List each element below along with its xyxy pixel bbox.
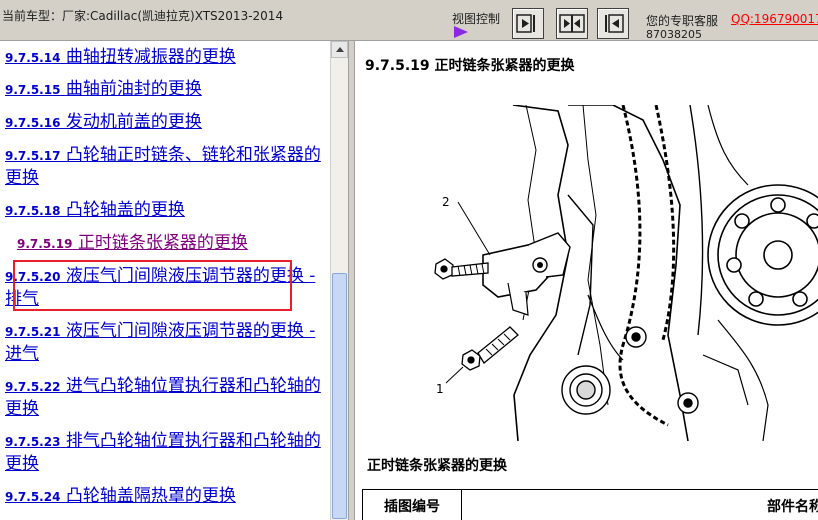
sidebar-scrollbar[interactable] xyxy=(330,41,348,520)
timing-chain-tensioner-diagram: 2 1 xyxy=(418,105,818,441)
expand-right-button[interactable] xyxy=(597,8,629,39)
toc-item-number: 9.7.5.19 xyxy=(17,237,73,251)
toc-item-number: 9.7.5.21 xyxy=(5,325,61,339)
toc-item-9-7-5-22[interactable]: 9.7.5.22 进气凸轮轴位置执行器和凸轮轴的更换 xyxy=(5,375,323,420)
toc-item-label: 曲轴扭转减振器的更换 xyxy=(65,47,236,67)
pane-splitter[interactable] xyxy=(348,41,355,520)
column-header-part-name: 部件名称 xyxy=(461,489,818,520)
callout-2-label: 2 xyxy=(442,195,450,209)
view-control-label: 视图控制 xyxy=(452,12,501,26)
scroll-up-button[interactable] xyxy=(331,41,348,58)
current-vehicle-label: 当前车型：厂家:Cadillac(凯迪拉克)XTS2013-2014 xyxy=(2,9,284,23)
toc-item-9-7-5-23[interactable]: 9.7.5.23 排气凸轮轴位置执行器和凸轮轴的更换 xyxy=(5,430,323,475)
toc-item-9-7-5-17[interactable]: 9.7.5.17 凸轮轴正时链条、链轮和张紧器的更换 xyxy=(5,144,323,189)
toc-item-9-7-5-24[interactable]: 9.7.5.24 凸轮轴盖隔热罩的更换 xyxy=(5,485,323,508)
toc-item-9-7-5-14[interactable]: 9.7.5.14 曲轴扭转减振器的更换 xyxy=(5,46,323,69)
customer-service-qq-number: 87038205 xyxy=(646,28,702,41)
split-view-button[interactable] xyxy=(556,8,588,39)
toc-item-number: 9.7.5.22 xyxy=(5,380,61,394)
toc-item-number: 9.7.5.14 xyxy=(5,51,61,65)
toc-item-9-7-5-18[interactable]: 9.7.5.18 凸轮轴盖的更换 xyxy=(5,199,323,222)
toc-item-label: 发动机前盖的更换 xyxy=(65,112,202,132)
toc-item-number: 9.7.5.18 xyxy=(5,204,61,218)
toc-item-9-7-5-15[interactable]: 9.7.5.15 曲轴前油封的更换 xyxy=(5,78,323,101)
toc-item-number: 9.7.5.16 xyxy=(5,116,61,130)
toc-sidebar: 9.7.5.14 曲轴扭转减振器的更换 9.7.5.15 曲轴前油封的更换 9.… xyxy=(0,41,330,520)
toc-item-9-7-5-21[interactable]: 9.7.5.21 液压气门间隙液压调节器的更换 - 进气 xyxy=(5,320,323,365)
customer-service-qq-link[interactable]: QQ:196790017 xyxy=(731,12,818,26)
toc-item-number: 9.7.5.17 xyxy=(5,149,61,163)
table-header-row: 插图编号 部件名称 xyxy=(362,489,818,520)
selection-highlight-box xyxy=(13,260,292,311)
page-title: 9.7.5.19 正时链条张紧器的更换 xyxy=(365,58,575,74)
expand-right-icon xyxy=(605,14,624,33)
toc-item-number: 9.7.5.23 xyxy=(5,435,61,449)
scrollbar-thumb[interactable] xyxy=(332,273,347,519)
figure-caption: 正时链条张紧器的更换 xyxy=(367,458,507,474)
toc-item-number: 9.7.5.15 xyxy=(5,83,61,97)
toc-item-label: 曲轴前油封的更换 xyxy=(65,79,202,99)
top-toolbar: 当前车型：厂家:Cadillac(凯迪拉克)XTS2013-2014 视图控制 … xyxy=(0,0,818,41)
callout-1-label: 1 xyxy=(436,382,444,396)
collapse-left-button[interactable] xyxy=(512,8,544,39)
parts-table: 插图编号 部件名称 xyxy=(362,489,818,520)
toc-item-9-7-5-16[interactable]: 9.7.5.16 发动机前盖的更换 xyxy=(5,111,323,134)
toc-item-label: 正时链条张紧器的更换 xyxy=(77,233,248,253)
content-pane: 9.7.5.19 正时链条张紧器的更换 2 1 正时链条张紧器的更换 插图编号 … xyxy=(356,41,818,520)
toc-item-number: 9.7.5.24 xyxy=(5,490,61,504)
toc-item-9-7-5-19-selected[interactable]: 9.7.5.19 正时链条张紧器的更换 xyxy=(17,232,330,255)
toc-item-label: 凸轮轴盖的更换 xyxy=(65,200,185,220)
collapse-left-icon xyxy=(516,14,535,33)
customer-service-label: 您的专职客服 xyxy=(646,14,719,28)
split-view-icon xyxy=(559,14,585,33)
play-arrow-icon xyxy=(454,26,468,38)
toc-item-label: 凸轮轴盖隔热罩的更换 xyxy=(65,486,236,506)
column-header-figure-number: 插图编号 xyxy=(362,489,462,520)
